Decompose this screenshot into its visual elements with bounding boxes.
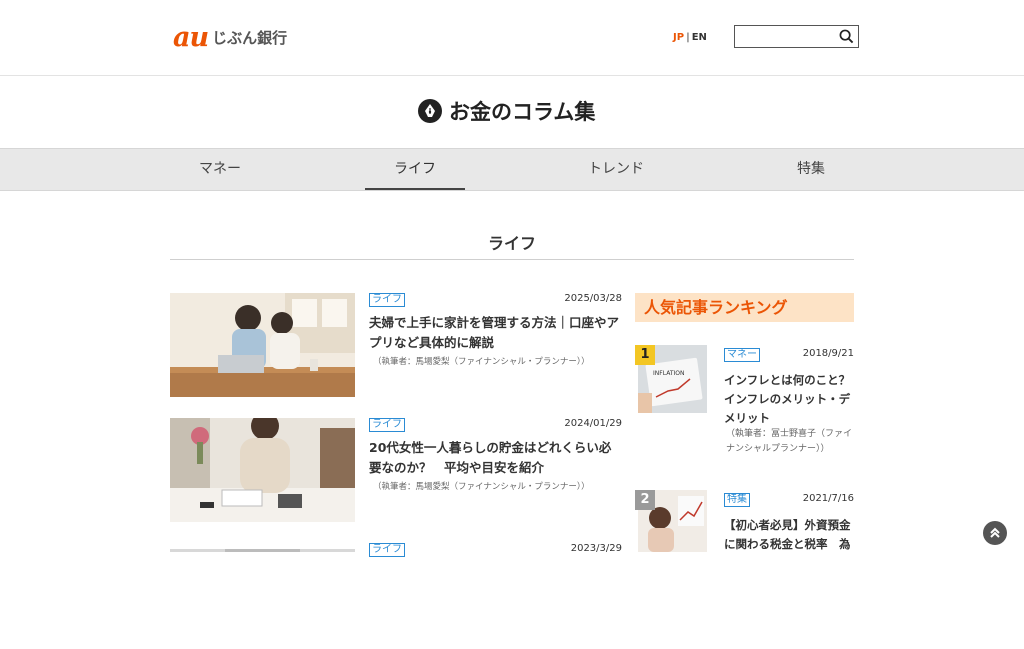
ranking-heading: 人気記事ランキング	[635, 293, 854, 322]
logo-text: じぶん銀行	[212, 28, 288, 47]
lang-jp-link[interactable]: JP	[673, 32, 684, 43]
section-title: ライフ	[487, 234, 536, 253]
lang-separator: |	[686, 32, 690, 43]
chevron-up-icon	[990, 527, 1000, 538]
language-switcher: JP | EN	[673, 32, 707, 43]
page-title-text: お金のコラム集	[449, 100, 596, 124]
article-thumbnail[interactable]	[170, 418, 355, 522]
logo-mark: au	[173, 21, 209, 53]
ranking-item[interactable]: 2 特集 2021/7/16 【初心者必見】外資預金に関わる税金と税率 為	[635, 490, 854, 552]
article-author: （執筆者：馬場愛梨（ファイナンシャル・プランナー））	[373, 357, 590, 367]
lang-en-link[interactable]: EN	[692, 32, 707, 43]
rank-number: 2	[635, 490, 655, 510]
ranking-item[interactable]: INFLATION 1 マネー 2018/9/21 インフレとは何のこと？インフ…	[635, 345, 854, 475]
search-input[interactable]	[735, 26, 835, 47]
ranking-title[interactable]: インフレとは何のこと？インフレのメリット・デメリット	[724, 371, 854, 428]
article-thumbnail[interactable]	[170, 293, 355, 397]
ranking-date: 2021/7/16	[802, 493, 854, 504]
article-author: （執筆者：馬場愛梨（ファイナンシャル・プランナー））	[373, 482, 590, 492]
ranking-title[interactable]: 【初心者必見】外資預金に関わる税金と税率 為	[724, 516, 854, 554]
article-card[interactable]: ライフ 2025/03/28 夫婦で上手に家計を管理する方法｜口座やアプリなど具…	[170, 293, 622, 399]
ranking-author: （執筆者：冨士野喜子（ファイナンシャルプランナー））	[726, 429, 853, 454]
search-icon[interactable]	[839, 29, 854, 44]
article-title[interactable]: 夫婦で上手に家計を管理する方法｜口座やアプリなど具体的に解説	[369, 313, 622, 353]
page-title: お金のコラム集	[418, 96, 595, 126]
category-tabs: マネー ライフ トレンド 特集	[0, 148, 1024, 191]
tab-life[interactable]: ライフ	[365, 149, 465, 190]
ranking-date: 2018/9/21	[802, 348, 854, 359]
thumbnail-caption: INFLATION	[653, 370, 684, 377]
pen-nib-icon	[418, 99, 442, 123]
article-card[interactable]: ライフ 2023/3/29	[170, 543, 622, 649]
tab-money[interactable]: マネー	[170, 149, 270, 190]
section-divider	[170, 259, 854, 260]
article-date: 2024/01/29	[564, 418, 622, 429]
article-thumbnail[interactable]	[170, 543, 355, 552]
category-tag[interactable]: 特集	[724, 493, 750, 507]
category-tag[interactable]: ライフ	[369, 293, 405, 307]
tab-feature[interactable]: 特集	[761, 149, 861, 190]
rank-number: 1	[635, 345, 655, 365]
category-tag[interactable]: ライフ	[369, 543, 405, 557]
category-tag[interactable]: ライフ	[369, 418, 405, 432]
category-tag[interactable]: マネー	[724, 348, 760, 362]
site-logo[interactable]: au じぶん銀行	[173, 21, 288, 53]
site-header: au じぶん銀行 JP | EN	[0, 0, 1024, 76]
article-date: 2023/3/29	[570, 543, 622, 554]
article-card[interactable]: ライフ 2024/01/29 20代女性一人暮らしの貯金はどれくらい必要なのか？…	[170, 418, 622, 524]
tab-trend[interactable]: トレンド	[566, 149, 666, 190]
search-box	[734, 25, 859, 48]
article-date: 2025/03/28	[564, 293, 622, 304]
article-title[interactable]: 20代女性一人暮らしの貯金はどれくらい必要なのか？ 平均や目安を紹介	[369, 438, 622, 478]
back-to-top-button[interactable]	[983, 521, 1007, 545]
